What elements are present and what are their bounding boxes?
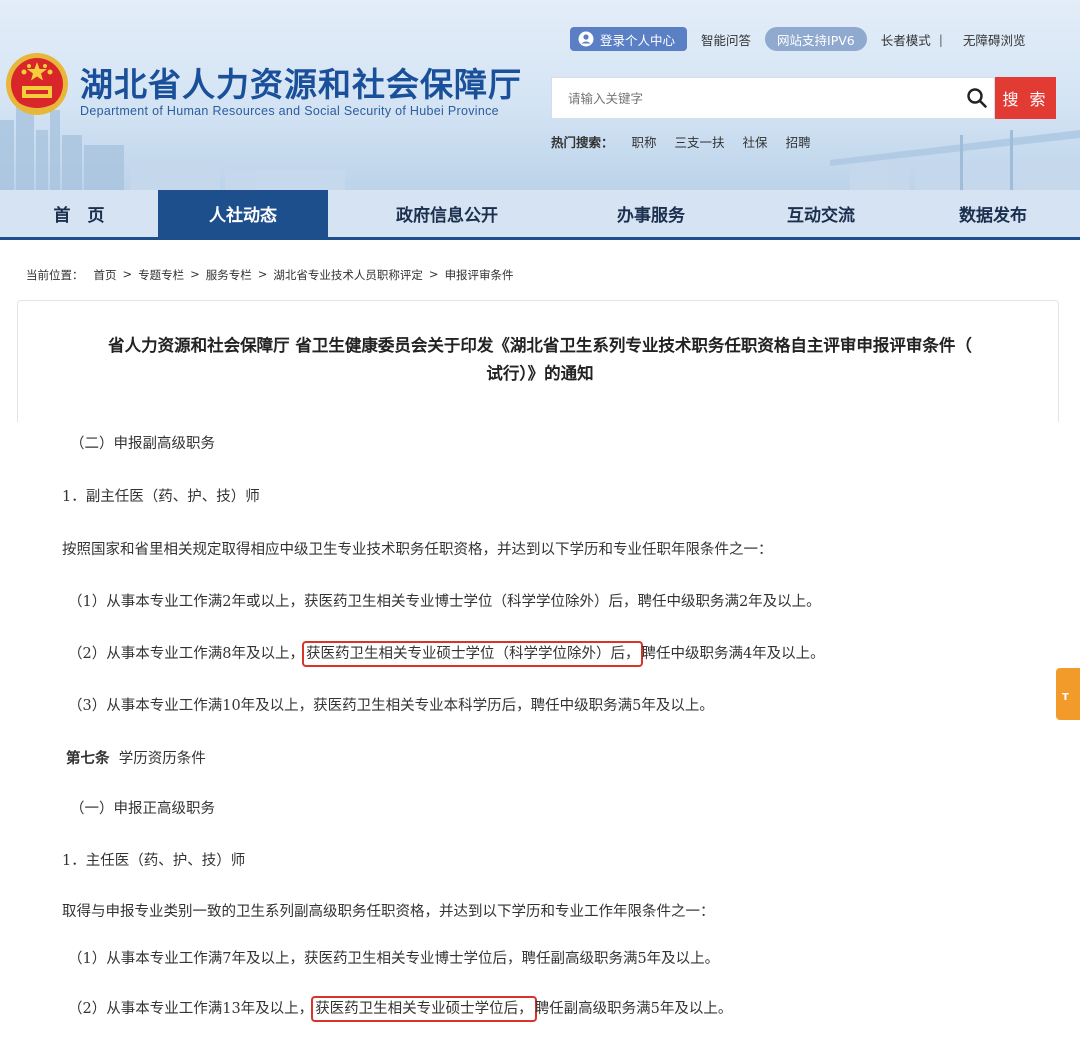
nav-services[interactable]: 办事服务 — [566, 190, 736, 237]
paragraph: （二）申报副高级职务 — [70, 436, 215, 452]
highlight-box: 获医药卫生相关专业硕士学位后， — [311, 996, 537, 1022]
side-float-tab[interactable]: T — [1056, 668, 1080, 720]
breadcrumb-item[interactable]: 专题专栏 — [138, 267, 184, 283]
nav-home[interactable]: 首 页 — [0, 190, 158, 237]
hot-search: 热门搜索： 职称 三支一扶 社保 招聘 — [551, 132, 829, 151]
main-nav: 首 页 人社动态 政府信息公开 办事服务 互动交流 数据发布 — [0, 190, 1080, 240]
nav-gov-info[interactable]: 政府信息公开 — [328, 190, 566, 237]
smart-qa-link[interactable]: 智能问答 — [701, 30, 751, 49]
breadcrumb-separator: > — [122, 267, 133, 281]
search-button[interactable]: 搜 索 — [995, 77, 1056, 119]
paragraph: （2）从事本专业工作满8年及以上， 获医药卫生相关专业硕士学位（科学学位除外）后，… — [68, 641, 825, 667]
article-title: 省人力资源和社会保障厅 省卫生健康委员会关于印发《湖北省卫生系列专业技术职务任职… — [30, 332, 1050, 388]
user-icon — [578, 31, 594, 47]
elder-mode-link[interactable]: 长者模式 — [881, 30, 931, 49]
highlight-box: 获医药卫生相关专业硕士学位（科学学位除外）后， — [301, 641, 644, 667]
site-subtitle: Department of Human Resources and Social… — [80, 104, 499, 118]
text-run: 学历资历条件 — [118, 751, 206, 767]
ipv6-badge[interactable]: 网站支持IPV6 — [765, 27, 867, 51]
paragraph: （一）申报正高级职务 — [70, 801, 215, 817]
nav-hr-news[interactable]: 人社动态 — [158, 190, 328, 237]
breadcrumb-separator: > — [428, 267, 439, 281]
login-button[interactable]: 登录个人中心 — [570, 27, 688, 51]
paragraph: （3）从事本专业工作满10年及以上，获医药卫生相关专业本科学历后，聘任中级职务满… — [68, 698, 714, 714]
search-icon[interactable] — [966, 87, 988, 109]
breadcrumb-item[interactable]: 服务专栏 — [206, 267, 252, 283]
accessible-browse-link[interactable]: 无障碍浏览 — [963, 30, 1026, 49]
breadcrumb-separator: > — [190, 267, 200, 281]
paragraph: （1）从事本专业工作满7年及以上，获医药卫生相关专业博士学位后，聘任副高级职务满… — [68, 951, 720, 967]
breadcrumb-item[interactable]: 首页 — [94, 267, 117, 283]
paragraph: （1）从事本专业工作满2年或以上，获医药卫生相关专业博士学位（科学学位除外）后，… — [68, 594, 821, 610]
hot-search-item[interactable]: 社保 — [743, 132, 768, 151]
text-run: 聘任中级职务满4年及以上。 — [641, 646, 825, 662]
national-emblem-icon — [6, 53, 68, 115]
article-title-line: 省人力资源和社会保障厅 省卫生健康委员会关于印发《湖北省卫生系列专业技术职务任职… — [108, 336, 972, 355]
login-label: 登录个人中心 — [600, 32, 676, 48]
paragraph: 第七条 学历资历条件 — [66, 747, 206, 768]
text-run: 聘任副高级职务满5年及以上。 — [534, 1001, 733, 1017]
breadcrumb-label: 当前位置： — [26, 268, 84, 282]
nav-data-release[interactable]: 数据发布 — [906, 190, 1080, 237]
search-box — [551, 77, 995, 119]
breadcrumb-separator: > — [257, 267, 268, 281]
text-run: （2）从事本专业工作满8年及以上， — [68, 646, 304, 662]
paragraph: 1．主任医（药、护、技）师 — [62, 853, 246, 869]
link-separator: | — [938, 31, 943, 47]
search-input[interactable] — [552, 78, 966, 118]
site-title: 湖北省人力资源和社会保障厅 — [80, 65, 522, 104]
hot-search-item[interactable]: 招聘 — [786, 132, 811, 151]
header-banner: 湖北省人力资源和社会保障厅 Department of Human Resour… — [0, 0, 1080, 190]
top-links: 登录个人中心 智能问答 网站支持IPV6 长者模式 | 无障碍浏览 — [570, 27, 1026, 51]
breadcrumb: 当前位置： 首页 > 专题专栏 > 服务专栏 > 湖北省专业技术人员职称评定 >… — [26, 267, 520, 283]
nav-interaction[interactable]: 互动交流 — [736, 190, 906, 237]
paragraph: 按照国家和省里相关规定取得相应中级卫生专业技术职务任职资格，并达到以下学历和专业… — [62, 542, 773, 558]
paragraph: 1．副主任医（药、护、技）师 — [62, 489, 260, 505]
paragraph: （2）从事本专业工作满13年及以上， 获医药卫生相关专业硕士学位后， 聘任副高级职务… — [68, 996, 733, 1022]
article-number: 第七条 — [66, 750, 110, 767]
paragraph: 取得与申报专业类别一致的卫生系列副高级职务任职资格，并达到以下学历和专业工作年限… — [62, 904, 715, 920]
side-tab-label: T — [1062, 692, 1069, 703]
hot-search-label: 热门搜索： — [551, 135, 614, 150]
breadcrumb-item[interactable]: 湖北省专业技术人员职称评定 — [273, 267, 423, 283]
hot-search-item[interactable]: 职称 — [632, 132, 657, 151]
text-run: （2）从事本专业工作满13年及以上， — [68, 1001, 314, 1017]
breadcrumb-item[interactable]: 申报评审条件 — [445, 267, 514, 283]
article-title-line: 试行）》的通知 — [486, 364, 594, 383]
hot-search-item[interactable]: 三支一扶 — [675, 132, 725, 151]
